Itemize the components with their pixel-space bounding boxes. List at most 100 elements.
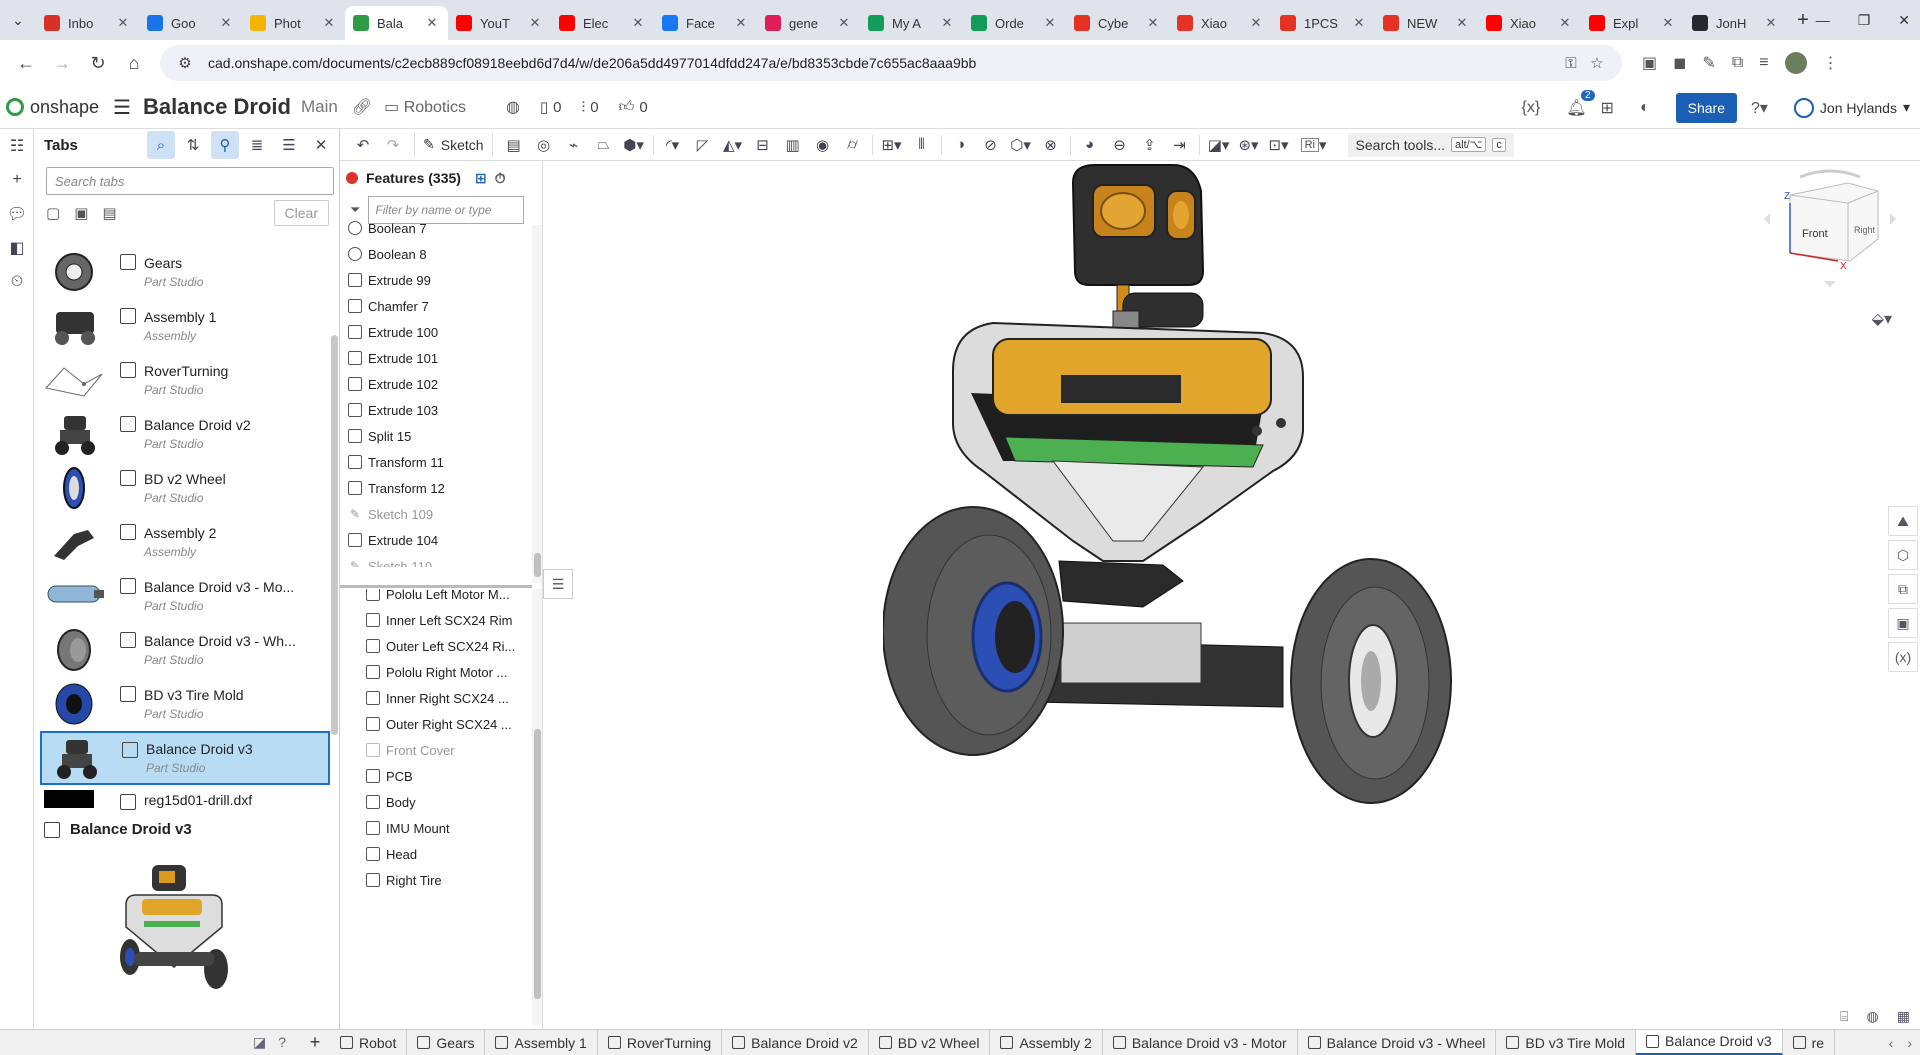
bookmark-star-icon[interactable]: ☆ [1584,54,1610,72]
replace-face-icon[interactable]: ⇥ [1165,131,1195,159]
pattern-icon[interactable]: ⊞▾ [877,131,907,159]
part-item[interactable]: Right Tire [340,867,532,893]
browser-tab[interactable]: Xiao ✕ [1478,6,1581,40]
tab-search-icon[interactable]: ⌄ [0,0,36,40]
redo-icon[interactable]: ↷ [378,131,408,159]
browser-tab[interactable]: Cybe ✕ [1066,6,1169,40]
browser-tab[interactable]: Goo ✕ [139,6,242,40]
part-item[interactable]: Body [340,789,532,815]
tab-list-item[interactable]: Assembly 2 Assembly [40,515,330,569]
fillet-icon[interactable]: ◜▾ [658,131,688,159]
tab-list-item[interactable]: Balance Droid v3 - Mo... Part Studio [40,569,330,623]
branch-name[interactable]: Main [301,97,338,117]
close-tab-icon[interactable]: ✕ [1145,15,1161,31]
document-tab[interactable]: Balance Droid v2 [722,1029,869,1055]
part-item[interactable]: Pololu Right Motor ... [340,659,532,685]
properties-icon[interactable]: ◧ [0,231,34,265]
profile-avatar[interactable] [1784,52,1807,74]
appearance-icon[interactable]: ⛰ [1888,506,1918,536]
document-tab[interactable]: Balance Droid v3 - Wheel [1298,1029,1497,1055]
extension-icon[interactable]: ▣ [1642,53,1657,73]
close-tab-icon[interactable]: ✕ [836,15,852,31]
document-tab[interactable]: BD v2 Wheel [869,1029,991,1055]
extension-icon[interactable]: ✎ [1702,53,1715,73]
document-tab[interactable]: RoverTurning [598,1029,723,1055]
view-cube[interactable]: Front Right Z X [1750,169,1910,289]
document-tab[interactable]: Balance Droid v3 - Motor [1103,1029,1298,1055]
close-tab-icon[interactable]: ✕ [1248,15,1264,31]
plane-icon[interactable]: ◪▾ [1204,131,1234,159]
tab-list-item[interactable]: RoverTurning Part Studio [40,353,330,407]
browser-tab[interactable]: NEW ✕ [1375,6,1478,40]
browser-tab[interactable]: Bala ✕ [345,6,448,40]
close-tab-icon[interactable]: ✕ [1660,15,1676,31]
feature-item[interactable]: Boolean 8 [340,241,532,267]
graphics-viewport[interactable]: ☰ Front Right Z X ⬙▾ ⛰ ⬡ ⧉ ▣ (x) ⌸ ◍ ▦ [543,161,1920,1029]
part-item[interactable]: Pololu Left Motor M... [340,589,532,607]
delete-part-icon[interactable]: ⊗ [1036,131,1066,159]
close-tab-icon[interactable]: ✕ [321,15,337,31]
render-mode-icon[interactable]: ◍ [1867,1008,1879,1025]
onshape-logo-text[interactable]: onshape [30,97,99,118]
tab-list-item[interactable]: BD v2 Wheel Part Studio [40,461,330,515]
part-item[interactable]: Outer Right SCX24 ... [340,711,532,737]
user-menu[interactable]: Jon Hylands ▾ [1793,97,1910,118]
tab-list-item[interactable]: Assembly 1 Assembly [40,299,330,353]
share-button[interactable]: Share [1675,92,1737,123]
forward-icon[interactable]: → [44,45,80,81]
link-icon[interactable]: 🔗︎ [352,97,372,117]
sheet-metal-icon[interactable]: ⊡▾ [1264,131,1294,159]
browser-tab[interactable]: Elec ✕ [551,6,654,40]
rib-icon[interactable]: ⊟ [748,131,778,159]
close-tab-icon[interactable]: ✕ [218,15,234,31]
undo-icon[interactable]: ↶ [348,131,378,159]
custom-feature-icon[interactable]: Ri ▾ [1294,131,1334,159]
part-item[interactable]: PCB [340,763,532,789]
section-view-icon[interactable]: ⌸ [1840,1008,1848,1025]
browser-tab[interactable]: Orde ✕ [963,6,1066,40]
tab-list-item[interactable]: BD v3 Tire Mold Part Studio [40,677,330,731]
home-icon[interactable]: ⌂ [116,45,152,81]
filter-icon[interactable]: ⚲ [211,131,239,159]
rollback-timer-icon[interactable]: ⏱ [495,170,506,187]
view-cube-front-label[interactable]: Front [1802,228,1828,240]
hole-icon[interactable]: ◉ [808,131,838,159]
model-render[interactable] [883,161,1463,821]
browser-tab[interactable]: JonH ✕ [1684,6,1787,40]
variables-icon[interactable]: {x} [1522,99,1541,117]
sweep-icon[interactable]: ⌁ [559,131,589,159]
versions-count[interactable]: ▯ 0 [540,98,562,117]
search-icon[interactable]: ⌕ [147,131,175,159]
minimize-icon[interactable]: — [1816,12,1830,28]
document-tab[interactable]: Gears [407,1029,486,1055]
draft-icon[interactable]: ◭▾ [718,131,748,159]
extensions-puzzle-icon[interactable]: ⧉ [1732,54,1743,72]
feature-parts-divider[interactable] [340,585,532,588]
document-title[interactable]: Balance Droid [143,94,291,120]
tab-list-item[interactable]: reg15d01-drill.dxf [40,785,330,811]
browser-tab[interactable]: Phot ✕ [242,6,345,40]
clear-button[interactable]: Clear [273,200,329,226]
sort-icon[interactable]: ⇅ [179,131,207,159]
document-tab[interactable]: Balance Droid v3 [1636,1029,1783,1055]
close-tab-icon[interactable]: ✕ [1351,15,1367,31]
feature-item[interactable]: ✎ Sketch 109 [340,501,532,527]
revolve-icon[interactable]: ◎ [529,131,559,159]
part-item[interactable]: Head [340,841,532,867]
part-item[interactable]: Outer Left SCX24 Ri... [340,633,532,659]
browser-tab[interactable]: Face ✕ [654,6,757,40]
part-item[interactable]: Inner Right SCX24 ... [340,685,532,711]
close-icon[interactable]: ✕ [307,131,335,159]
feature-item[interactable]: Extrude 103 [340,397,532,423]
feature-list-scrollbar[interactable] [532,225,542,583]
public-globe-icon[interactable]: ◍ [506,97,520,117]
browser-tab[interactable]: 1PCS ✕ [1272,6,1375,40]
chevron-right-icon[interactable]: › [1907,1035,1912,1051]
folder-link[interactable]: ▭ Robotics [384,97,466,117]
modify-fillet-icon[interactable]: ◕ [1075,131,1105,159]
delete-face-icon[interactable]: ⊖ [1105,131,1135,159]
tab-list-item[interactable]: Balance Droid v3 - Wh... Part Studio [40,623,330,677]
view-cube-right-label[interactable]: Right [1854,225,1876,235]
configurations-icon[interactable]: ⬡ [1888,540,1918,570]
close-tab-icon[interactable]: ✕ [630,15,646,31]
